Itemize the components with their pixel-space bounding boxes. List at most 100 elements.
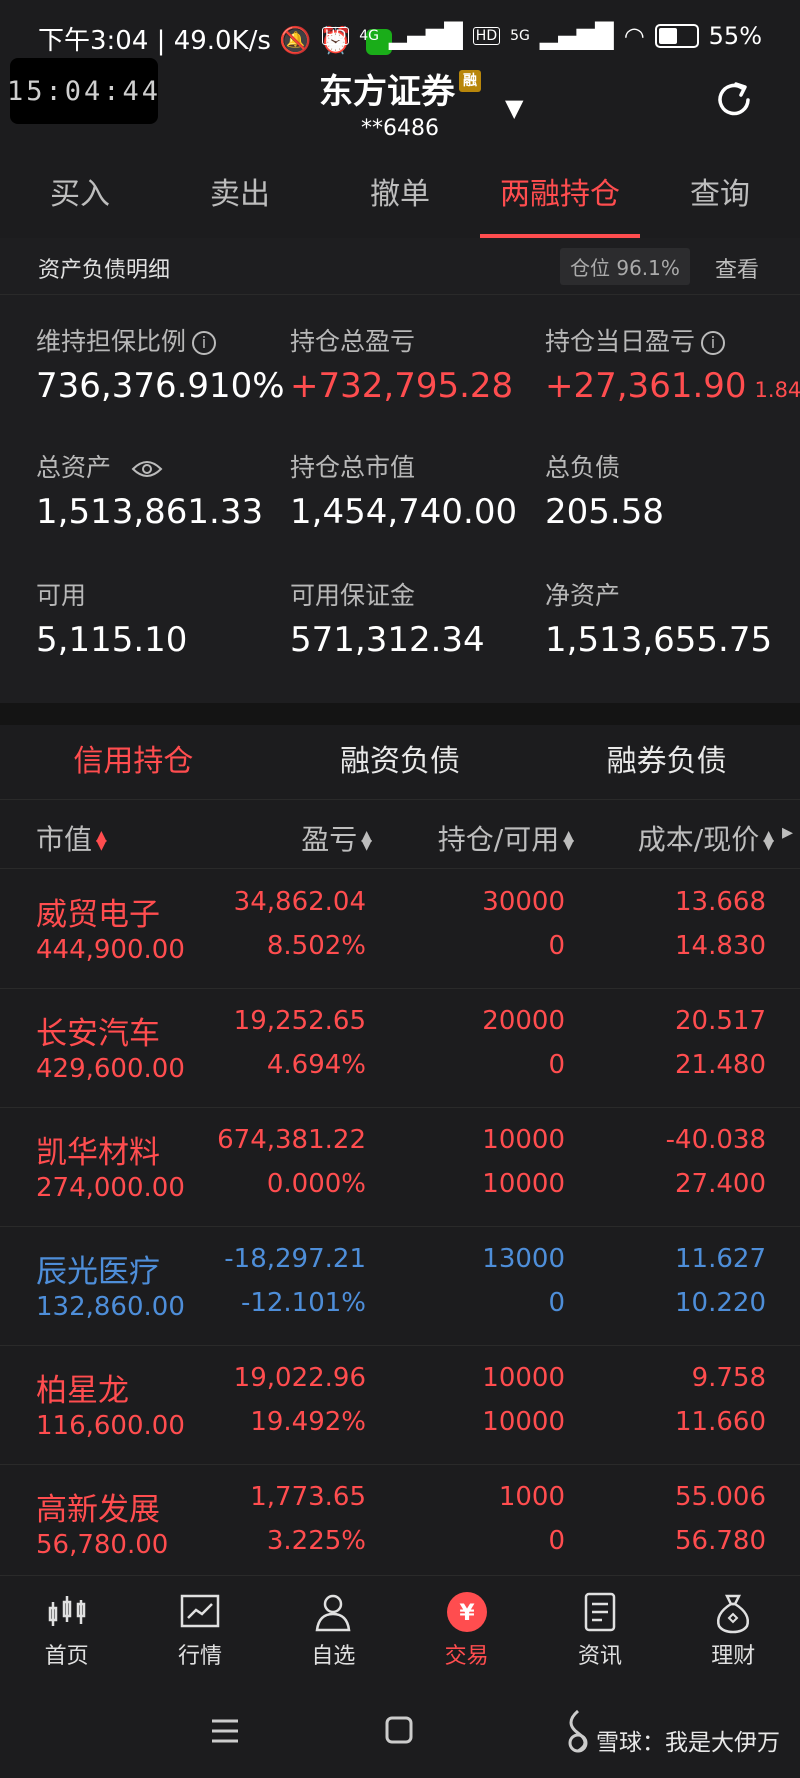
status-speed: 49.0K/s [173, 26, 271, 56]
nav-news[interactable]: 资讯 [533, 1576, 666, 1686]
margin-badge: 融 [459, 70, 481, 92]
holding: 10000 [482, 1363, 565, 1393]
profit-percent: 19.492% [250, 1407, 366, 1437]
trade-tabs: 买入 卖出 撤单 两融持仓 查询 [0, 152, 800, 239]
profit-percent: -12.101% [240, 1288, 366, 1318]
bottom-nav: 首页 行情 自选 ¥ 交易 资讯 理财 [0, 1575, 800, 1686]
tab-query[interactable]: 查询 [640, 152, 800, 238]
metric-value-total-assets: 1,513,861.33 [36, 492, 264, 532]
mute-icon: 🔕 [279, 26, 312, 56]
nav-wealth[interactable]: 理财 [667, 1576, 800, 1686]
table-row[interactable]: 长安汽车 429,600.00 19,252.65 4.694% 20000 0… [0, 988, 800, 1108]
tab-buy[interactable]: 买入 [0, 152, 160, 238]
battery-percent: 55% [708, 22, 762, 50]
column-holding[interactable]: 持仓/可用 ▲ ▼ [438, 818, 574, 858]
battery-icon [654, 24, 699, 48]
available: 0 [548, 1526, 565, 1556]
available: 10000 [482, 1407, 565, 1437]
table-row[interactable]: 柏星龙 116,600.00 19,022.96 19.492% 10000 1… [0, 1345, 800, 1465]
table-row[interactable]: 威贸电子 444,900.00 34,862.04 8.502% 30000 0… [0, 869, 800, 989]
available: 10000 [482, 1169, 565, 1199]
nav-home[interactable]: 首页 [0, 1576, 133, 1686]
svg-text:¥: ¥ [459, 1601, 475, 1626]
chart-icon [180, 1594, 220, 1628]
current-price: 27.400 [675, 1169, 766, 1199]
market-value: 274,000.00 [36, 1173, 185, 1203]
summary-bar: 资产负债明细 仓位 96.1% 查看 [0, 238, 800, 295]
menu-icon[interactable] [210, 1717, 240, 1745]
sort-icon: ▲ ▼ [96, 828, 107, 853]
info-icon[interactable]: i [192, 331, 217, 355]
column-cost-price[interactable]: 成本/现价 ▲ ▼ [638, 818, 774, 858]
info-icon[interactable]: i [701, 331, 726, 355]
metric-label-daily-profit: 持仓当日盈亏 i [545, 322, 726, 358]
broker-name[interactable]: 东方证券 [319, 72, 455, 112]
refresh-icon[interactable] [712, 78, 756, 122]
nav-label: 资讯 [577, 1644, 622, 1669]
table-row[interactable]: 高新发展 56,780.00 1,773.65 3.225% 1000 0 55… [0, 1464, 800, 1583]
nav-market[interactable]: 行情 [133, 1576, 266, 1686]
profit-percent: 3.225% [266, 1526, 366, 1556]
holding: 10000 [482, 1125, 565, 1155]
hd-icon: HD [321, 27, 350, 45]
subtab-securities-lending-liabilities[interactable]: 融券负债 [533, 725, 800, 799]
current-price: 56.780 [675, 1526, 766, 1556]
subtab-credit-position[interactable]: 信用持仓 [0, 725, 267, 799]
metric-label-total-profit: 持仓总盈亏 [290, 327, 416, 356]
profit: 1,773.65 [250, 1482, 366, 1512]
table-header: 市值 ▲ ▼ 盈亏 ▲ ▼ 持仓/可用 ▲ ▼ 成本/现价 ▲ ▼ ▸ [0, 800, 800, 869]
position-subtabs: 信用持仓 融资负债 融券负债 [0, 725, 800, 800]
home-square-icon[interactable] [384, 1715, 414, 1745]
current-price: 14.830 [675, 931, 766, 961]
metric-label-net-assets: 净资产 [545, 581, 621, 610]
nav-label: 自选 [311, 1644, 356, 1669]
position-ratio-badge: 仓位 96.1% [560, 248, 690, 285]
holding: 1000 [498, 1482, 565, 1512]
metric-value-maintenance-ratio: 736,376.910% [36, 366, 285, 406]
tab-cancel[interactable]: 撤单 [320, 152, 480, 238]
table-row[interactable]: 凯华材料 274,000.00 674,381.22 0.000% 10000 … [0, 1107, 800, 1227]
profit: 674,381.22 [217, 1125, 366, 1155]
metric-value-market-value: 1,454,740.00 [290, 492, 518, 532]
column-market-value[interactable]: 市值 ▲ ▼ [36, 818, 107, 858]
system-nav-bar: 雪球：我是大伊万 [0, 1685, 800, 1778]
view-button[interactable]: 查看 [715, 252, 759, 284]
signal-4g: 4G [359, 28, 379, 44]
column-profit[interactable]: 盈亏 ▲ ▼ [301, 818, 372, 858]
nav-label: 首页 [44, 1644, 89, 1669]
table-row[interactable]: 辰光医疗 132,860.00 -18,297.21 -12.101% 1300… [0, 1226, 800, 1346]
profit-percent: 4.694% [266, 1050, 366, 1080]
broker-title[interactable]: 东方证券融 [0, 64, 800, 113]
column-label: 盈亏 [301, 823, 358, 856]
person-icon [315, 1594, 351, 1632]
available: 0 [548, 1050, 565, 1080]
metric-value-total-liabilities: 205.58 [545, 492, 664, 532]
cost: -40.038 [665, 1125, 766, 1155]
metric-label-total-liabilities: 总负债 [545, 453, 621, 482]
profit: 19,252.65 [233, 1006, 366, 1036]
signal-5g: 5G [510, 28, 530, 44]
metric-label-maintenance-ratio: 维持担保比例 i [36, 322, 217, 358]
cost: 13.668 [675, 887, 766, 917]
column-label: 成本/现价 [637, 823, 760, 856]
nav-trade[interactable]: ¥ 交易 [400, 1576, 533, 1686]
metric-label-market-value: 持仓总市值 [290, 453, 416, 482]
metric-label-total-assets: 总资产 [36, 448, 163, 484]
profit: 34,862.04 [233, 887, 366, 917]
stock-name: 长安汽车 [36, 1016, 160, 1052]
wifi-icon: ◠ [623, 22, 645, 50]
daily-profit-percent: 1.84% [754, 378, 800, 402]
status-time: 下午3:04 [38, 26, 149, 56]
tab-margin-position[interactable]: 两融持仓 [480, 152, 640, 238]
tab-sell[interactable]: 卖出 [160, 152, 320, 238]
subtab-financing-liabilities[interactable]: 融资负债 [267, 725, 534, 799]
nav-label: 行情 [177, 1644, 222, 1669]
metric-label-text: 持仓当日盈亏 [545, 327, 696, 356]
profit: -18,297.21 [224, 1244, 366, 1274]
chevron-right-icon[interactable]: ▸ [782, 820, 793, 845]
metric-value-available-margin: 571,312.34 [290, 620, 485, 660]
xueqiu-logo-icon [568, 1709, 588, 1753]
eye-icon[interactable] [131, 459, 163, 479]
holding: 30000 [482, 887, 565, 917]
nav-watchlist[interactable]: 自选 [267, 1576, 400, 1686]
